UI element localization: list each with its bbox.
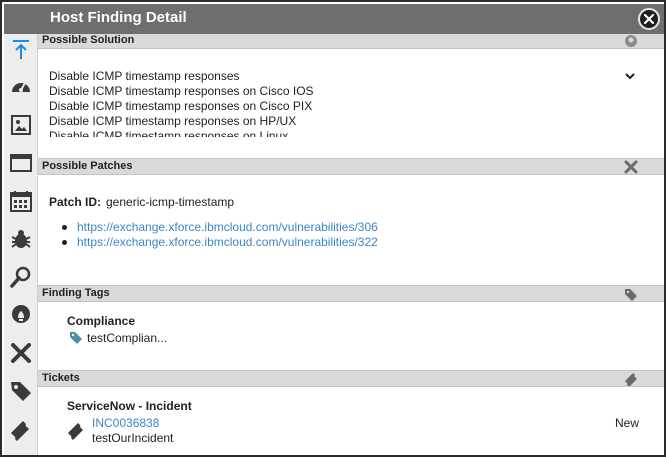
ticket-number-link[interactable]: INC0036838: [92, 416, 159, 430]
arrow-up-icon[interactable]: [9, 38, 33, 62]
calendar-icon[interactable]: [9, 189, 33, 213]
patches-header: Possible Patches: [38, 158, 664, 175]
ticket-icon[interactable]: [9, 417, 33, 441]
gauge-icon[interactable]: [9, 75, 33, 99]
patches-header-label: Possible Patches: [42, 160, 133, 172]
patch-link[interactable]: https://exchange.xforce.ibmcloud.com/vul…: [77, 235, 378, 249]
tools-icon[interactable]: [9, 341, 33, 365]
lightbulb-icon: [625, 35, 637, 47]
solution-line: Disable ICMP timestamp responses: [49, 69, 240, 83]
wrench-icon[interactable]: [9, 265, 33, 289]
solution-line: Disable ICMP timestamp responses on HP/U…: [49, 114, 297, 128]
tickets-header: Tickets: [38, 370, 664, 387]
patch-link-item: https://exchange.xforce.ibmcloud.com/vul…: [62, 235, 378, 249]
ticket-system: ServiceNow - Incident: [67, 399, 192, 413]
detail-content: Possible Solution Disable ICMP timestamp…: [38, 34, 664, 455]
solution-header: Possible Solution: [38, 34, 664, 49]
patch-id-label: Patch ID:: [49, 195, 102, 209]
host-finding-detail-window: Host Finding Detail Possible Solution Di…: [0, 0, 666, 457]
ticket-icon: [625, 373, 637, 386]
bug-icon[interactable]: [9, 227, 33, 251]
close-icon: [643, 13, 655, 25]
ticket-icon: [68, 423, 83, 440]
tags-header-label: Finding Tags: [42, 287, 110, 299]
image-icon[interactable]: [9, 113, 33, 137]
tags-header: Finding Tags: [38, 285, 664, 302]
window-title: Host Finding Detail: [50, 9, 187, 26]
chevron-down-icon[interactable]: [623, 69, 637, 83]
solution-line: Disable ICMP timestamp responses on Linu…: [49, 129, 289, 137]
solution-line: Disable ICMP timestamp responses on Cisc…: [49, 84, 314, 98]
patch-id-value: generic-icmp-timestamp: [106, 195, 235, 209]
sidebar: [4, 34, 38, 455]
close-button[interactable]: [638, 8, 660, 30]
window-icon[interactable]: [9, 151, 33, 175]
tag-value[interactable]: testComplian...: [87, 331, 167, 345]
patch-link[interactable]: https://exchange.xforce.ibmcloud.com/vul…: [77, 220, 378, 234]
lightbulb-icon[interactable]: [9, 303, 33, 327]
patch-link-item: https://exchange.xforce.ibmcloud.com/vul…: [62, 220, 378, 234]
tag-icon: [70, 332, 82, 344]
tag-icon[interactable]: [9, 379, 33, 403]
ticket-status: New: [615, 416, 640, 430]
tag-category: Compliance: [67, 314, 136, 328]
solution-line: Disable ICMP timestamp responses on Cisc…: [49, 99, 313, 113]
ticket-description: testOurIncident: [92, 431, 174, 445]
tickets-header-label: Tickets: [42, 372, 80, 384]
tag-icon: [625, 289, 637, 301]
title-bar: Host Finding Detail: [4, 4, 664, 34]
tools-icon: [624, 160, 638, 174]
solution-header-label: Possible Solution: [42, 34, 135, 46]
